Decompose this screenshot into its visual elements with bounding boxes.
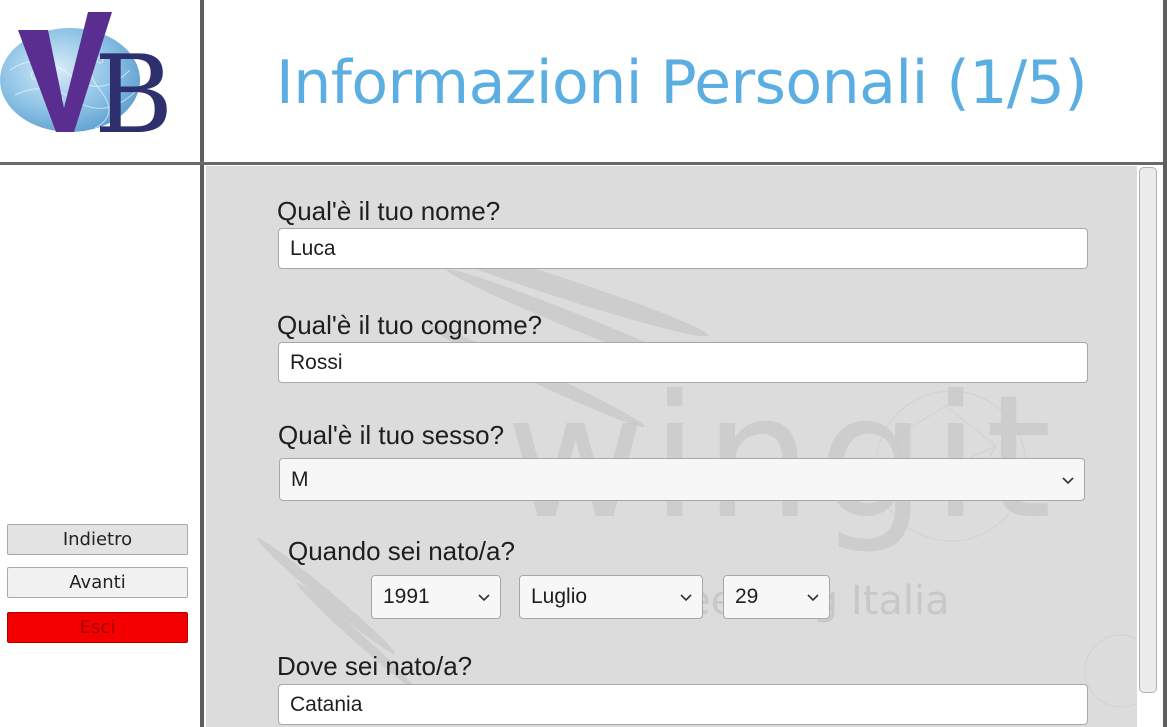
back-button[interactable]: Indietro xyxy=(7,524,188,555)
birth-year-select[interactable]: 1991 xyxy=(371,575,501,619)
birth-day-select[interactable]: 29 xyxy=(723,575,830,619)
surname-label: Qual'è il tuo cognome? xyxy=(277,310,543,340)
birthplace-input[interactable]: Catania xyxy=(278,684,1088,725)
next-button[interactable]: Avanti xyxy=(7,567,188,598)
birth-month-value: Luglio xyxy=(531,585,588,608)
surname-input[interactable]: Rossi xyxy=(278,342,1088,383)
sex-label: Qual'è il tuo sesso? xyxy=(278,420,505,450)
sex-select[interactable]: M xyxy=(279,458,1085,501)
birth-month-select[interactable]: Luglio xyxy=(519,575,703,619)
logo-letter-b: B xyxy=(94,33,173,158)
sex-select-value: M xyxy=(291,467,309,491)
name-input[interactable]: Luca xyxy=(278,228,1088,269)
chevron-down-icon xyxy=(478,594,490,602)
birthdate-label: Quando sei nato/a? xyxy=(288,536,515,566)
scrollbar-thumb[interactable] xyxy=(1139,167,1157,693)
header: Informazioni Personali (1/5) xyxy=(204,0,1163,162)
birth-year-value: 1991 xyxy=(383,585,430,608)
chevron-down-icon xyxy=(680,594,692,602)
name-label: Qual'è il tuo nome? xyxy=(277,196,501,226)
birthplace-label: Dove sei nato/a? xyxy=(277,651,473,681)
chevron-down-icon xyxy=(1062,476,1074,484)
chevron-down-icon xyxy=(807,594,819,602)
form-panel: wingit eeering Italia Qual'è il tuo nome… xyxy=(206,166,1137,727)
vb-logo: B xyxy=(0,12,173,158)
logo-area: B xyxy=(0,0,200,162)
frame-right-border xyxy=(1163,0,1167,727)
birth-day-value: 29 xyxy=(735,585,759,608)
sidebar: Indietro Avanti Esci xyxy=(0,165,200,727)
page-title: Informazioni Personali (1/5) xyxy=(276,48,1088,118)
exit-button[interactable]: Esci xyxy=(7,612,188,643)
